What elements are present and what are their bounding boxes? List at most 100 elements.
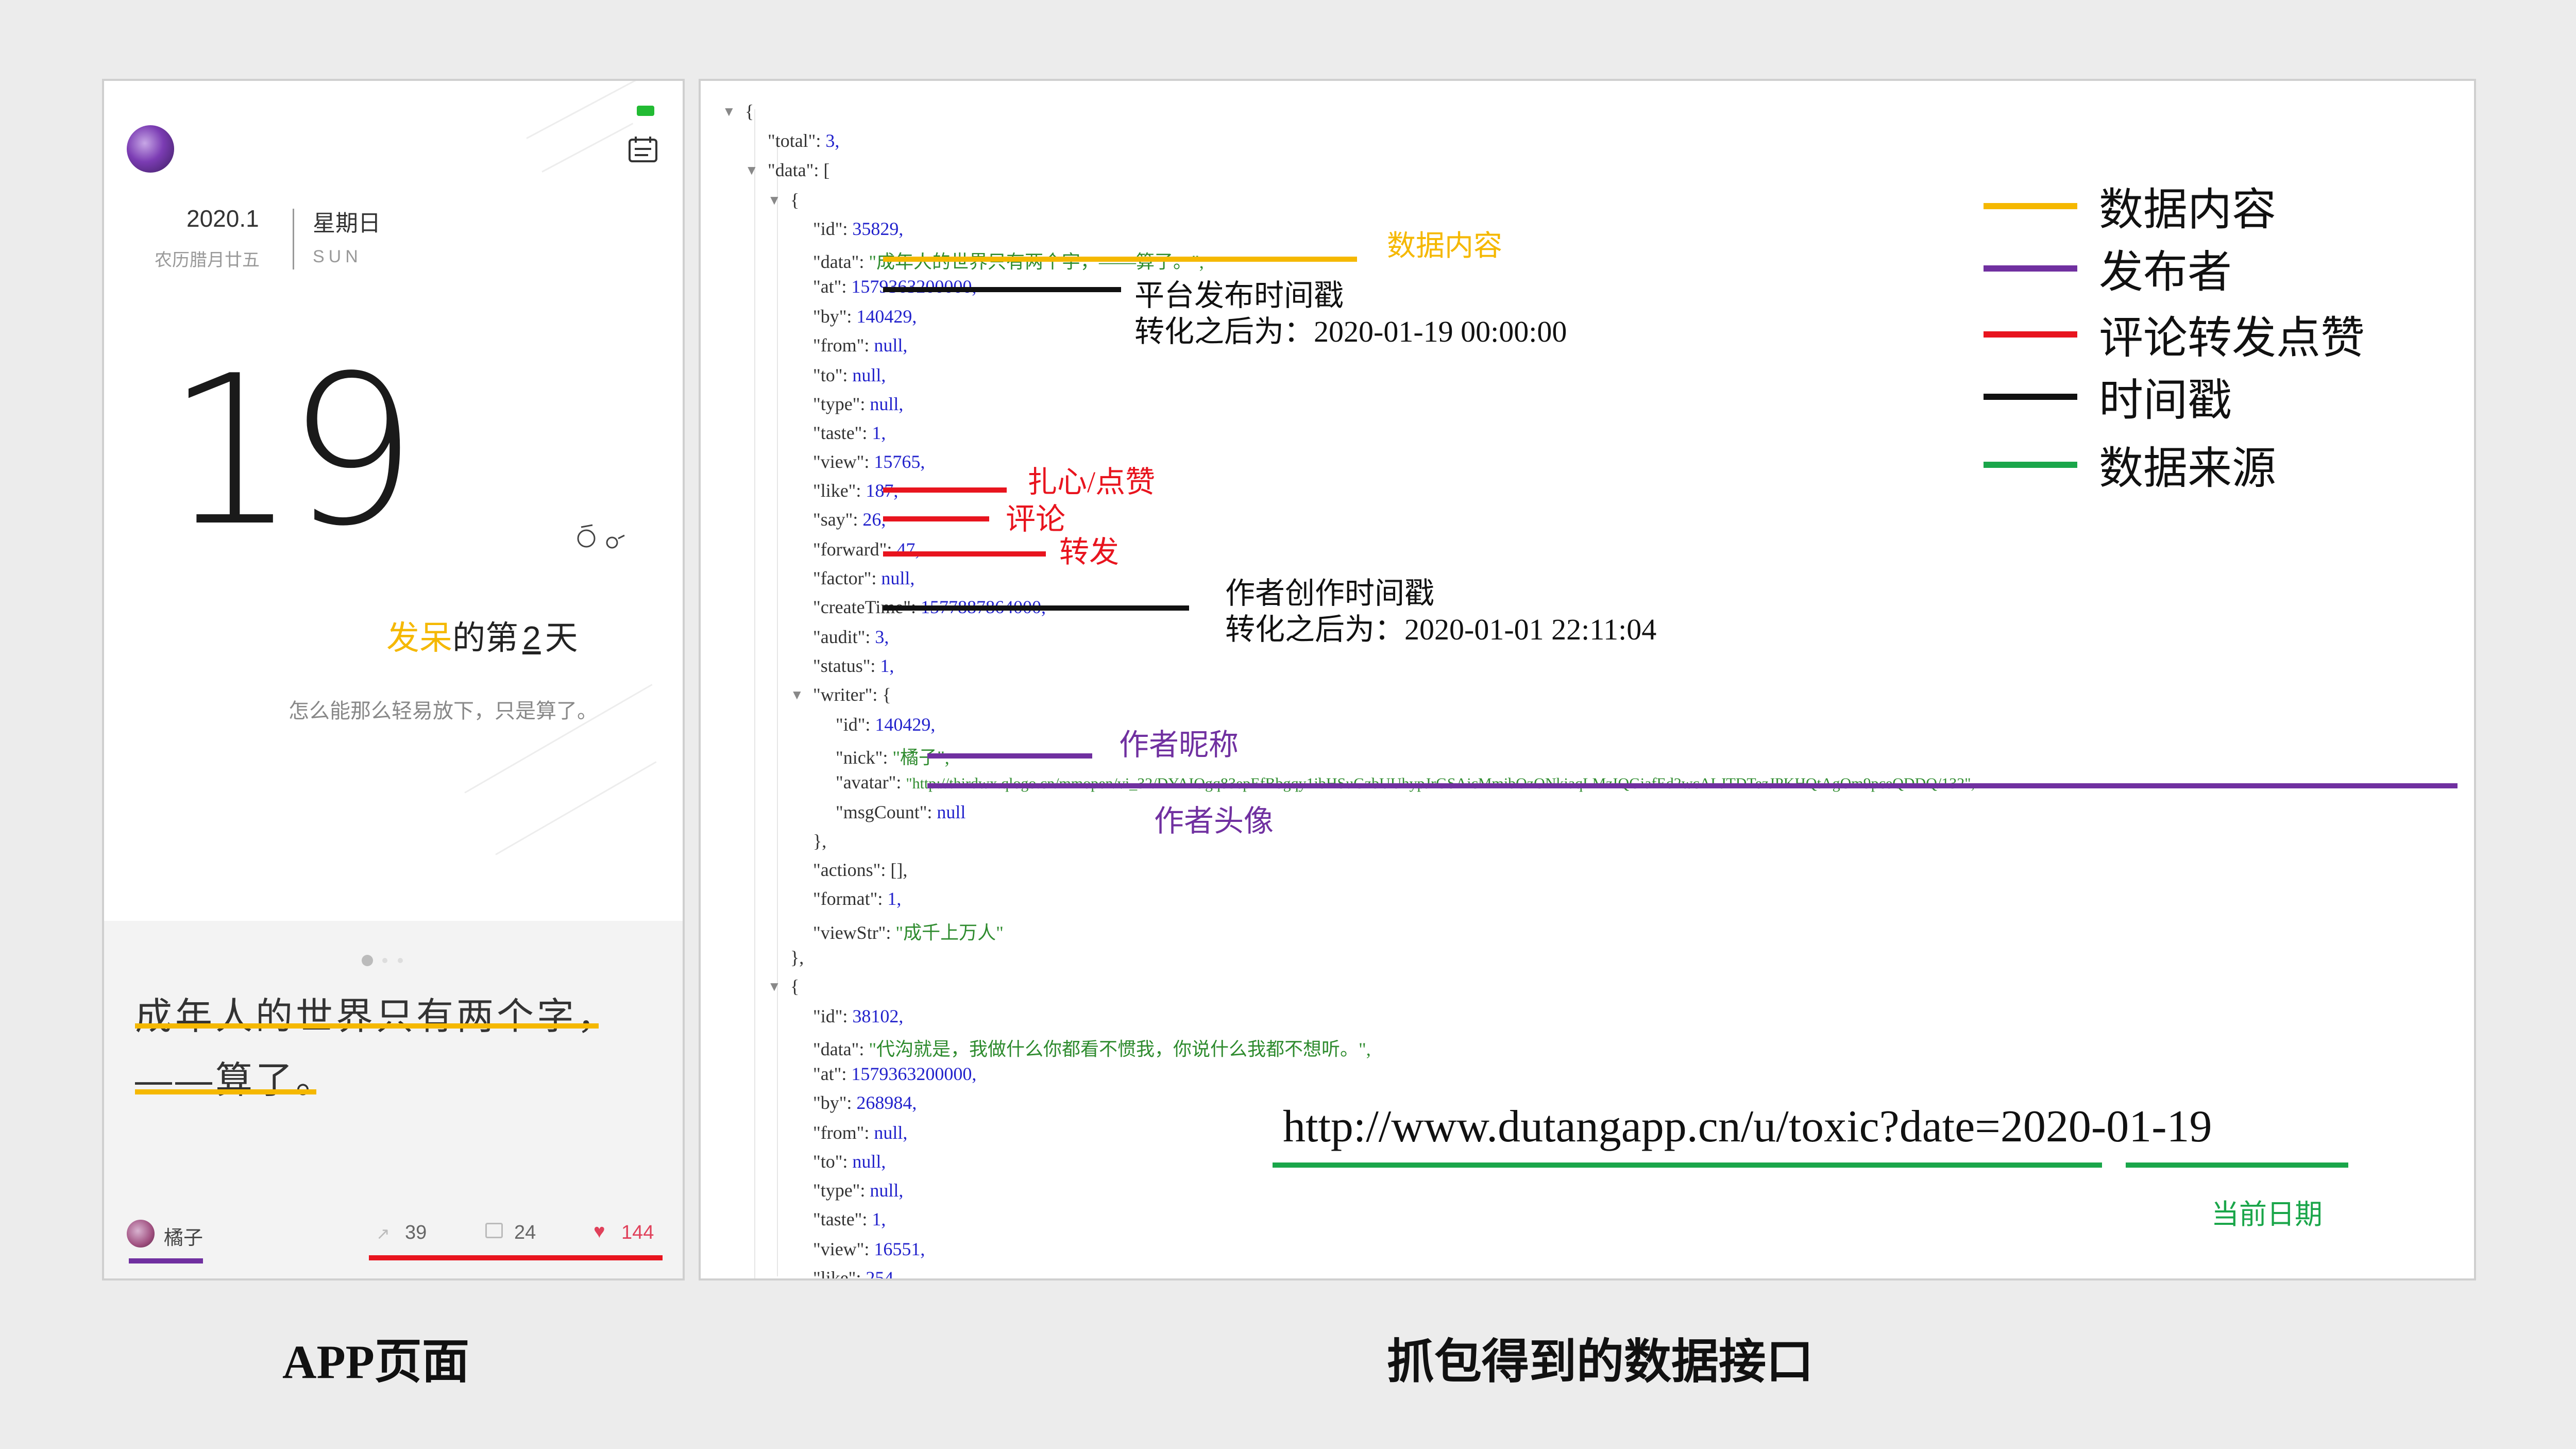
author-avatar[interactable]: [127, 1220, 155, 1248]
json-key: "taste":: [813, 423, 872, 443]
json-bracket: },: [813, 831, 827, 851]
json-value: "成年人的世界只有两个字，——算了。",: [869, 251, 1204, 272]
legend-swatch: [1984, 462, 2077, 468]
json-line: "avatar": "http://thirdwx.qlogo.cn/mmope…: [836, 771, 1975, 793]
json-value: null,: [852, 1151, 886, 1172]
json-key: "say":: [813, 509, 863, 530]
collapse-toggle-icon[interactable]: ▼: [768, 192, 781, 208]
avatar[interactable]: [127, 125, 174, 173]
legend-label: 数据内容: [2099, 185, 2276, 234]
annotation-platform-time-converted: 转化之后为：2020-01-19 00:00:00: [1134, 315, 1567, 348]
underline-stats: [369, 1255, 663, 1260]
legend-label: 评论转发点赞: [2099, 313, 2365, 363]
json-value: null,: [874, 335, 908, 356]
json-line: },: [790, 947, 804, 968]
forward-icon[interactable]: ↗: [376, 1224, 390, 1243]
comment-count: 24: [514, 1222, 536, 1243]
json-value: null,: [881, 568, 915, 588]
json-line: "data": [: [768, 159, 829, 181]
json-value: 1,: [872, 1209, 886, 1229]
json-key: "data":: [813, 251, 869, 272]
lunar-date: 农历腊月廿五: [155, 250, 260, 270]
collapse-toggle-icon[interactable]: ▼: [768, 979, 781, 995]
decorative-stroke: [541, 123, 634, 173]
json-line: "viewStr": "成千上万人": [813, 918, 1004, 945]
heart-icon[interactable]: ♥: [594, 1221, 605, 1243]
mood-prefix: 的第: [452, 619, 518, 656]
json-line: "from": null,: [813, 334, 907, 356]
caption-data-api: 抓包得到的数据接口: [1387, 1336, 1814, 1388]
json-value: 1579363200000,: [851, 1064, 977, 1084]
json-value: 268984,: [856, 1092, 917, 1113]
weekday-label: 星期日: [313, 211, 381, 236]
annotation-create-time-converted: 转化之后为：2020-01-01 22:11:04: [1225, 613, 1657, 646]
author-name[interactable]: 橘子: [164, 1222, 203, 1250]
indent-guide: [754, 109, 755, 1278]
json-line: {: [790, 189, 799, 211]
calendar-icon[interactable]: [628, 136, 658, 163]
json-key: "to":: [813, 1151, 853, 1172]
page-dot: [382, 958, 387, 963]
json-key: "actions":: [813, 860, 891, 880]
legend-swatch: [1984, 265, 2077, 272]
day-number: 19: [166, 332, 418, 571]
json-line: "view": 16551,: [813, 1238, 925, 1260]
underline-like: [883, 487, 1007, 493]
json-key: "like":: [813, 480, 866, 501]
json-line: "type": null,: [813, 1180, 903, 1201]
json-value: 16551,: [874, 1239, 925, 1259]
like-count: 144: [621, 1222, 654, 1243]
underline-forward: [883, 551, 1046, 557]
legend-label: 发布者: [2099, 247, 2232, 297]
annotation-current-date: 当前日期: [2211, 1199, 2323, 1230]
json-value: null,: [870, 1180, 904, 1201]
json-bracket: {: [790, 190, 800, 210]
json-key: "by":: [813, 1092, 857, 1113]
json-value: "代沟就是，我做什么你都看不惯我，你说什么我都不想听。",: [869, 1039, 1371, 1059]
underline-say: [883, 516, 989, 521]
collapse-toggle-icon[interactable]: ▼: [722, 104, 736, 120]
json-value: 15765,: [874, 451, 925, 472]
app-page-screenshot: 2020.1 星期日 农历腊月廿五 SUN 19 发呆的第 2 天 怎么能那么轻易放…: [102, 79, 685, 1280]
json-value: 140429,: [856, 306, 917, 327]
json-line: "to": null,: [813, 1151, 886, 1172]
json-line: "like": 254,: [813, 1267, 898, 1278]
json-line: {: [790, 975, 799, 997]
mood-suffix: 天: [545, 619, 578, 656]
json-key: "at":: [813, 1064, 852, 1084]
json-value: 38102,: [852, 1006, 904, 1026]
json-key: "id":: [836, 714, 875, 735]
json-key: "factor":: [813, 568, 882, 588]
json-value: 35829,: [852, 218, 904, 239]
underline-avatar: [927, 783, 2458, 788]
collapse-toggle-icon[interactable]: ▼: [745, 162, 758, 178]
json-key: "to":: [813, 365, 853, 385]
json-key: "format":: [813, 888, 888, 909]
json-value: 47,: [896, 539, 920, 560]
json-key: "writer":: [813, 684, 883, 705]
json-key: "by":: [813, 306, 857, 327]
json-key: "total":: [768, 130, 826, 151]
json-line: "id": 38102,: [813, 1005, 903, 1027]
annotation-avatar: 作者头像: [1154, 804, 1274, 838]
comment-icon[interactable]: [485, 1223, 503, 1238]
json-line: },: [813, 830, 826, 852]
annotation-data-content: 数据内容: [1387, 230, 1502, 262]
json-line: {: [745, 100, 754, 122]
json-value: [],: [890, 860, 908, 880]
json-line: "forward": 47,: [813, 538, 920, 560]
collapse-toggle-icon[interactable]: ▼: [790, 687, 804, 703]
indent-guide: [777, 138, 778, 1276]
quote-line-2: ——算了。: [135, 1060, 336, 1101]
mood-count: 2: [522, 619, 541, 656]
subtitle: 怎么能那么轻易放下，只是算了。: [289, 700, 598, 722]
json-key: "id":: [813, 1006, 853, 1026]
json-key: "type":: [813, 394, 870, 414]
json-line: "say": 26,: [813, 509, 886, 530]
month-label: 2020.1: [187, 205, 259, 232]
annotation-comment: 评论: [1006, 502, 1066, 536]
date-divider: [293, 209, 294, 269]
json-line: "actions": [],: [813, 859, 907, 881]
json-line: "taste": 1,: [813, 422, 886, 444]
json-line: "writer": {: [813, 684, 891, 705]
